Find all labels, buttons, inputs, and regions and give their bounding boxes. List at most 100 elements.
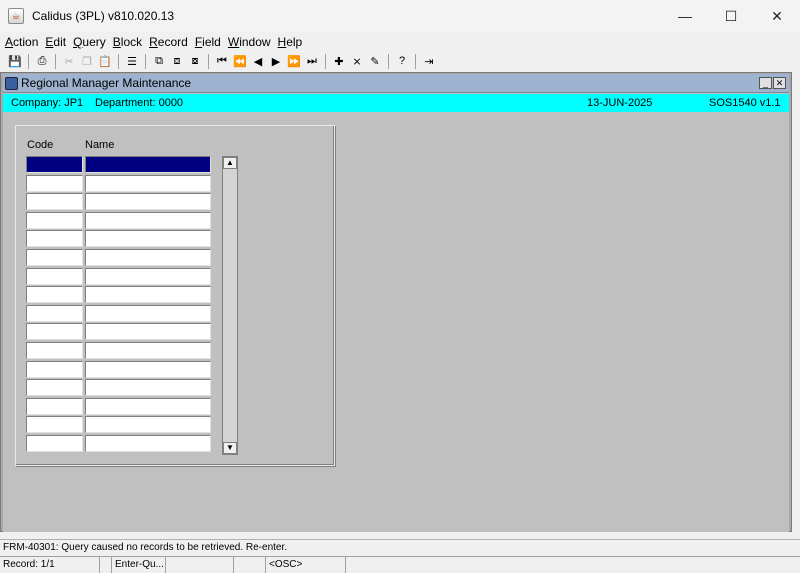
name-field[interactable] [85, 341, 211, 359]
table-row [26, 434, 211, 454]
window-title: Calidus (3PL) v810.020.13 [32, 9, 175, 23]
name-field[interactable] [85, 379, 211, 397]
records-panel: Code Name ▲ ▼ [15, 125, 335, 466]
menu-window[interactable]: Window [228, 35, 271, 49]
next-record-icon[interactable]: ▶ [267, 53, 285, 69]
status-bar: Record: 1/1 Enter-Qu... <OSC> [0, 556, 800, 573]
code-field[interactable] [26, 193, 83, 211]
code-field[interactable] [26, 156, 83, 173]
code-field[interactable] [26, 434, 83, 452]
name-field[interactable] [85, 267, 211, 285]
name-field[interactable] [85, 304, 211, 322]
table-row [26, 323, 211, 342]
form-title: Regional Manager Maintenance [21, 76, 192, 90]
previous-record-icon[interactable]: ◀ [249, 53, 267, 69]
code-field[interactable] [26, 379, 83, 397]
toolbar-separator [55, 53, 56, 69]
date-label: 13-JUN-2025 [587, 97, 653, 109]
menu-block[interactable]: Block [113, 35, 142, 49]
records-scrollbar[interactable]: ▲ ▼ [222, 156, 238, 455]
toolbar-separator [28, 53, 29, 69]
table-row [26, 397, 211, 417]
code-column-header: Code [27, 139, 54, 151]
code-field[interactable] [26, 341, 83, 359]
help-icon[interactable]: ? [393, 53, 411, 69]
company-label: Company: JP1 [11, 97, 84, 109]
name-field[interactable] [85, 434, 211, 452]
table-row [26, 416, 211, 435]
name-field[interactable] [85, 360, 211, 378]
name-field[interactable] [85, 193, 211, 211]
close-button[interactable]: ✕ [754, 0, 800, 32]
toolbar-separator [145, 53, 146, 69]
name-field[interactable] [85, 248, 211, 266]
name-field[interactable] [85, 397, 211, 415]
toolbar-separator [208, 53, 209, 69]
name-column-header: Name [85, 139, 115, 151]
table-row [26, 379, 211, 398]
toolbar-separator [388, 53, 389, 69]
records-grid [26, 156, 211, 454]
name-field[interactable] [85, 174, 211, 192]
toolbar-separator [325, 53, 326, 69]
list-icon[interactable]: ☰ [123, 53, 141, 69]
code-field[interactable] [26, 286, 83, 304]
table-row [26, 211, 211, 231]
window-controls: — ☐ ✕ [662, 0, 800, 32]
name-field[interactable] [85, 211, 211, 229]
insert-record-icon[interactable]: ✚ [330, 53, 348, 69]
form-icon [5, 76, 18, 90]
print-icon[interactable]: ⎙ [33, 53, 51, 69]
form-close-button[interactable]: ✕ [773, 77, 786, 89]
code-field[interactable] [26, 248, 83, 266]
code-field[interactable] [26, 174, 83, 192]
code-field[interactable] [26, 397, 83, 415]
name-field[interactable] [85, 323, 211, 341]
toolbar-separator [415, 53, 416, 69]
toolbar-separator [118, 53, 119, 69]
menu-record[interactable]: Record [149, 35, 188, 49]
delete-record-icon[interactable]: ⨯ [348, 53, 366, 69]
code-field[interactable] [26, 267, 83, 285]
form-window: Regional Manager Maintenance _ ✕ Company… [3, 74, 789, 532]
cancel-query-icon[interactable]: ⧇ [186, 53, 204, 69]
menu-field[interactable]: Field [195, 35, 221, 49]
first-record-icon[interactable]: ⏮ [213, 53, 231, 69]
cut-icon[interactable]: ✂ [60, 53, 78, 69]
exit-icon[interactable]: ⇥ [420, 53, 438, 69]
previous-set-icon[interactable]: ⏪ [231, 53, 249, 69]
name-field[interactable] [85, 230, 211, 248]
menu-edit[interactable]: Edit [45, 35, 66, 49]
enter-query-icon[interactable]: ⧉ [150, 53, 168, 69]
code-field[interactable] [26, 416, 83, 434]
info-bar: Company: JP1 Department: 0000 13-JUN-202… [3, 94, 789, 112]
scroll-up-arrow-icon[interactable]: ▲ [223, 157, 237, 169]
last-record-icon[interactable]: ⏭ [303, 53, 321, 69]
code-field[interactable] [26, 304, 83, 322]
menu-help[interactable]: Help [278, 35, 303, 49]
table-row [26, 230, 211, 249]
form-minimize-button[interactable]: _ [759, 77, 772, 89]
copy-icon[interactable]: ❐ [78, 53, 96, 69]
screen-id-label: SOS1540 v1.1 [709, 97, 781, 109]
scroll-down-arrow-icon[interactable]: ▼ [223, 442, 237, 454]
maximize-button[interactable]: ☐ [708, 0, 754, 32]
minimize-button[interactable]: — [662, 0, 708, 32]
execute-query-icon[interactable]: ⧈ [168, 53, 186, 69]
code-field[interactable] [26, 230, 83, 248]
menu-action[interactable]: Action [5, 35, 38, 49]
name-field[interactable] [85, 416, 211, 434]
save-icon[interactable]: 💾 [6, 53, 24, 69]
name-field[interactable] [85, 156, 211, 173]
clear-record-icon[interactable]: ✎ [366, 53, 384, 69]
code-field[interactable] [26, 360, 83, 378]
status-cell-empty [166, 557, 234, 573]
menu-query[interactable]: Query [73, 35, 106, 49]
mode-indicator: Enter-Qu... [112, 557, 166, 573]
name-field[interactable] [85, 286, 211, 304]
code-field[interactable] [26, 211, 83, 229]
status-message: FRM-40301: Query caused no records to be… [0, 539, 800, 555]
paste-icon[interactable]: 📋 [96, 53, 114, 69]
code-field[interactable] [26, 323, 83, 341]
next-set-icon[interactable]: ⏩ [285, 53, 303, 69]
